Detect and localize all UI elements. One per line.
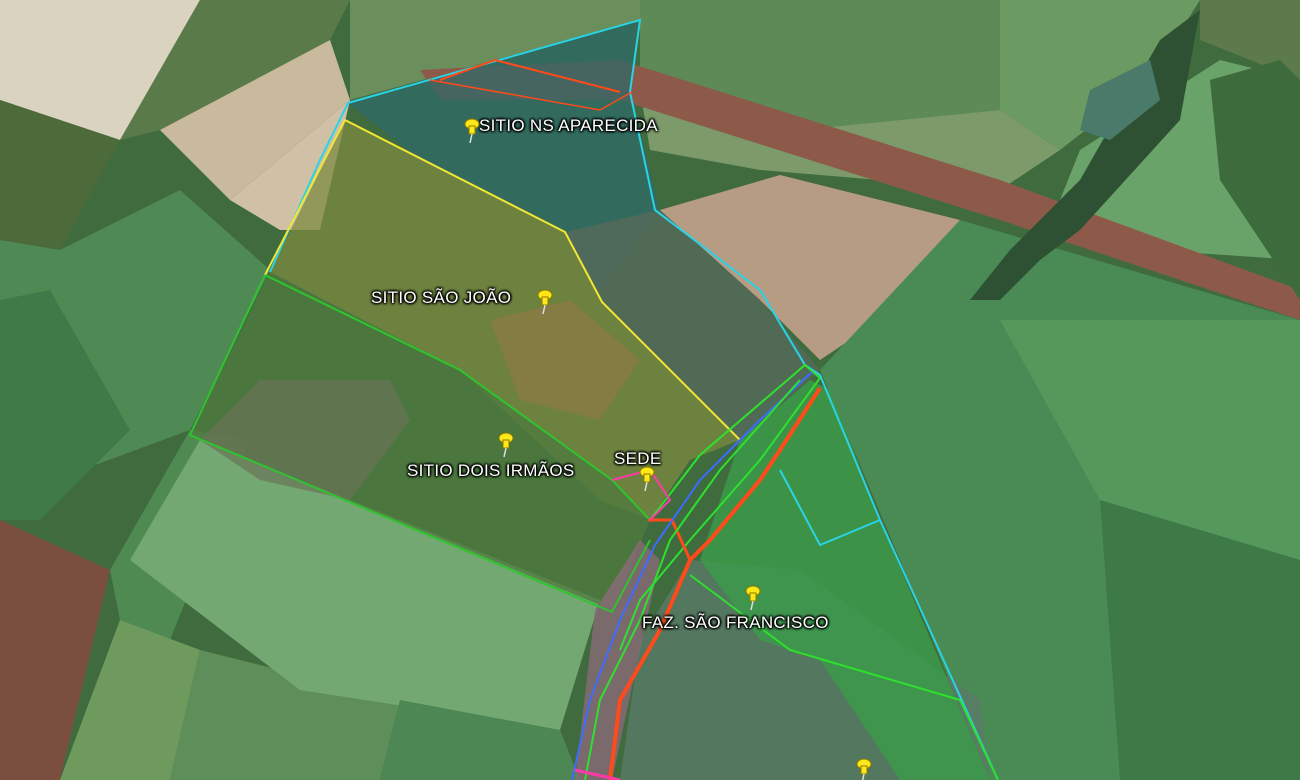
yellow-pushpin-icon[interactable]	[637, 466, 657, 492]
placemark-label-dois-irmaos[interactable]: SITIO DOIS IRMÃOS	[407, 461, 575, 481]
yellow-pushpin-icon[interactable]	[743, 585, 763, 611]
satellite-map[interactable]: SITIO NS APARECIDA SITIO SÃO JOÃO SITIO …	[0, 0, 1300, 780]
yellow-pushpin-icon[interactable]	[496, 432, 516, 458]
placemark-label-sao-francisco[interactable]: FAZ. SÃO FRANCISCO	[642, 613, 829, 633]
placemark-label-ns-aparecida[interactable]: SITIO NS APARECIDA	[479, 116, 658, 136]
placemark-label-sao-joao[interactable]: SITIO SÃO JOÃO	[371, 288, 511, 308]
yellow-pushpin-icon[interactable]	[535, 289, 555, 315]
yellow-pushpin-icon[interactable]	[462, 118, 482, 144]
yellow-pushpin-icon[interactable]	[854, 758, 874, 780]
